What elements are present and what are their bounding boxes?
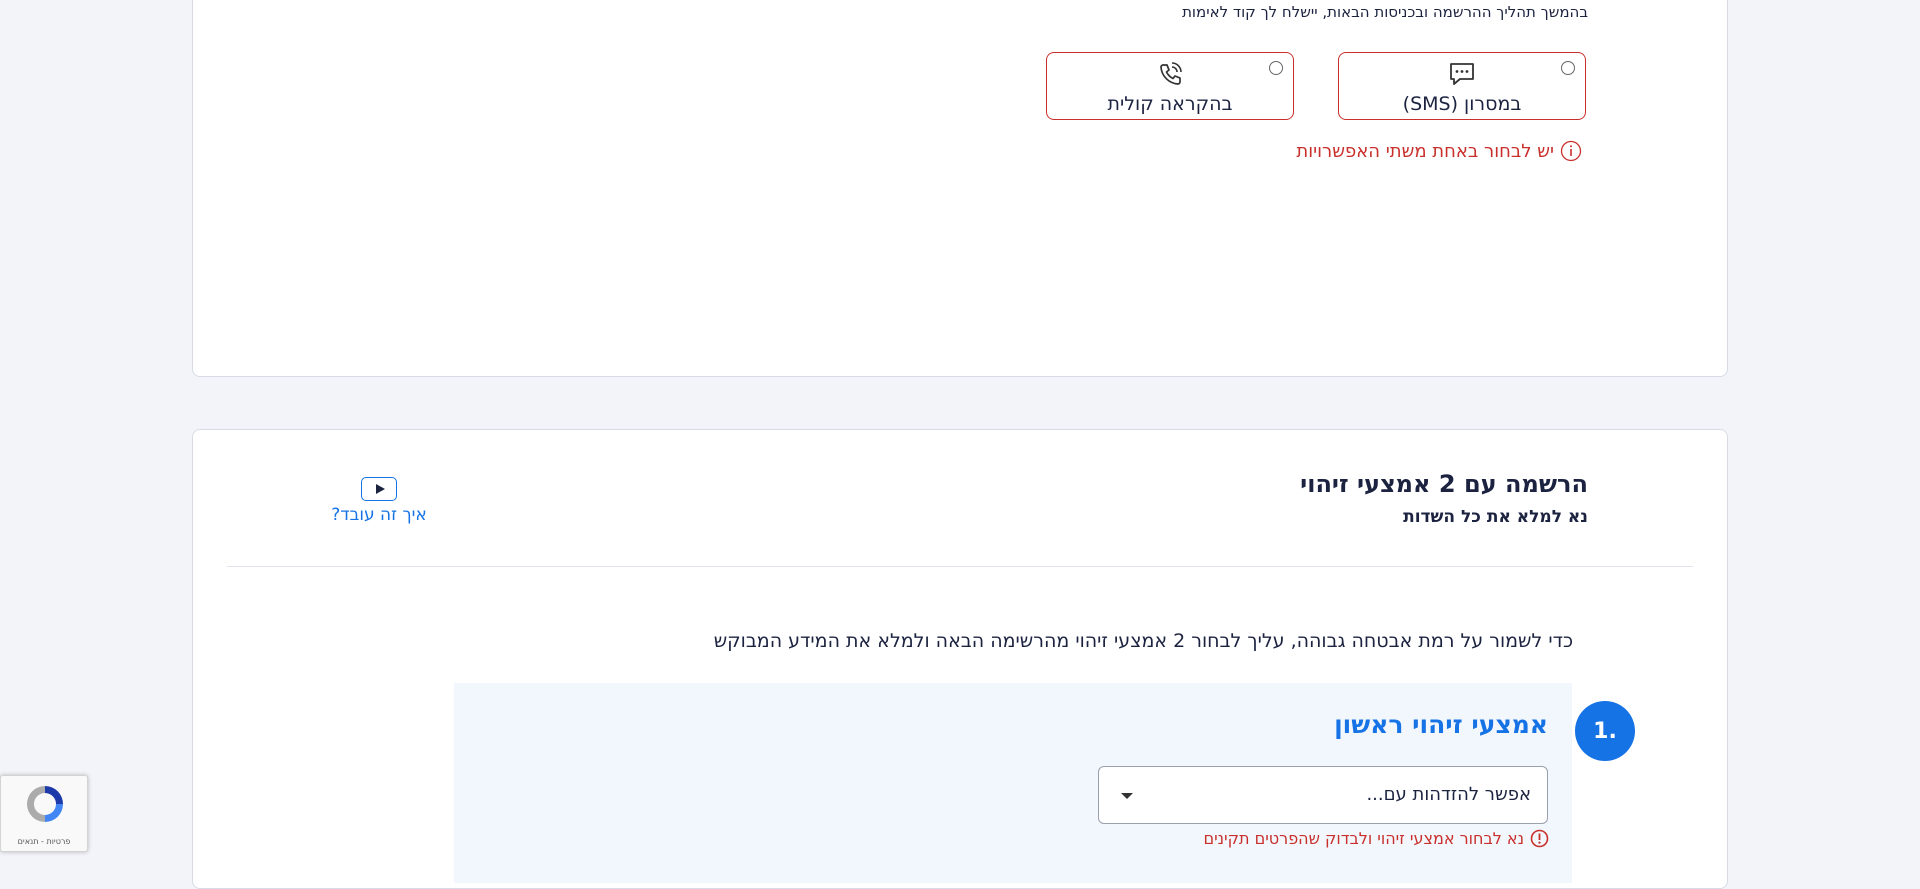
registration-intro: כדי לשמור על רמת אבטחה גבוהה, עליך לבחור… (713, 630, 1573, 652)
step-number-badge: 1. (1575, 701, 1635, 761)
alert-icon (1530, 829, 1549, 848)
recaptcha-icon (23, 782, 67, 830)
id-method-select-value: אפשר להזדהות עם... (1366, 784, 1531, 805)
how-it-works-link[interactable]: איך זה עובד? (328, 477, 430, 525)
step-error-text: נא לבחור אמצעי זיהוי ולבדוק שהפרטים תקינ… (1203, 829, 1524, 848)
how-it-works-label: איך זה עובד? (331, 505, 427, 525)
sms-option-label: במסרון (SMS) (1402, 93, 1522, 115)
play-icon (361, 477, 397, 501)
verification-error: יש לבחור באחת משתי האפשרויות (1296, 140, 1582, 162)
chevron-down-icon (1121, 793, 1133, 799)
registration-title: הרשמה עם 2 אמצעי זיהוי (1300, 470, 1588, 498)
recaptcha-links[interactable]: פרטיות - תנאים (1, 837, 87, 846)
info-icon (1560, 140, 1582, 162)
step-error: נא לבחור אמצעי זיהוי ולבדוק שהפרטים תקינ… (1203, 829, 1549, 848)
chat-icon (1339, 61, 1585, 87)
verification-note: בהמשך תהליך ההרשמה ובכניסות הבאות, יישלח… (1182, 3, 1588, 21)
recaptcha-badge[interactable]: פרטיות - תנאים (0, 775, 88, 852)
sms-option[interactable]: במסרון (SMS) (1338, 52, 1586, 120)
id-method-select[interactable]: אפשר להזדהות עם... (1098, 766, 1548, 824)
phone-call-icon (1047, 61, 1293, 87)
registration-subtitle: נא למלא את כל השדות (1403, 507, 1588, 527)
verification-error-text: יש לבחור באחת משתי האפשרויות (1296, 140, 1554, 162)
divider (227, 566, 1693, 567)
voice-call-option-label: בהקראה קולית (1107, 93, 1233, 115)
step-title: אמצעי זיהוי ראשון (1334, 710, 1548, 739)
voice-call-option[interactable]: בהקראה קולית (1046, 52, 1294, 120)
